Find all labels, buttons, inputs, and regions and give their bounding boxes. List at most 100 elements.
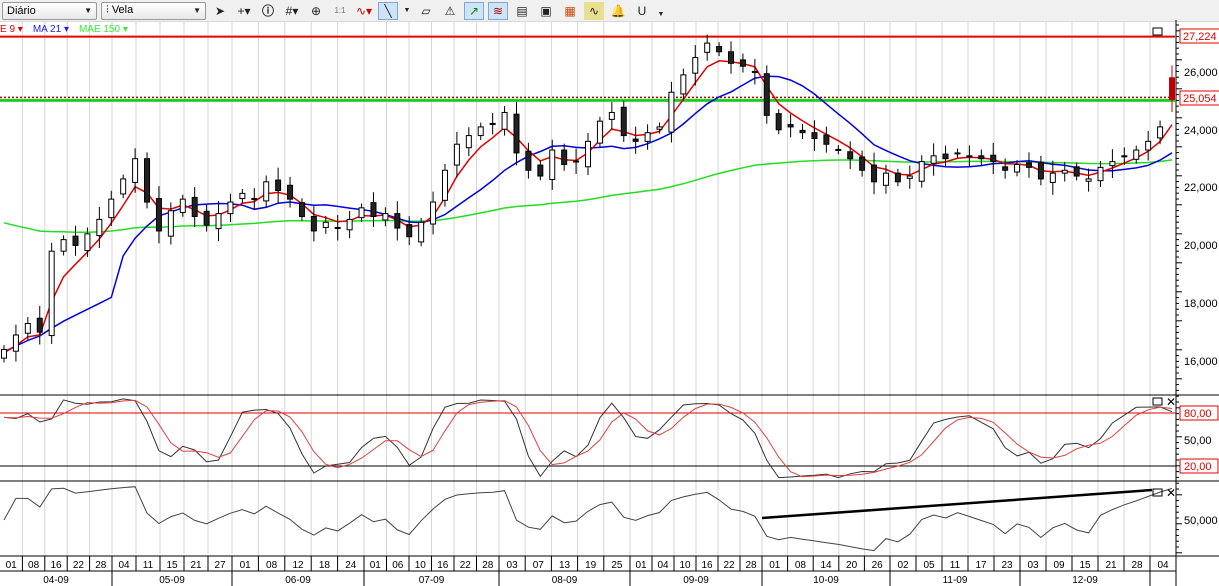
template-icon[interactable]: ▤ (512, 2, 532, 20)
candle-body (823, 134, 830, 145)
day-label: 16 (701, 560, 713, 571)
day-label: 21 (190, 560, 202, 571)
candle-body (203, 210, 210, 226)
candle-body (1085, 178, 1092, 182)
candle-body (108, 198, 115, 219)
candle-body (1002, 166, 1009, 171)
candle-body (358, 207, 365, 219)
candle-body (680, 74, 687, 95)
day-label: 11 (950, 560, 961, 571)
indicator-legend: E 9 ▾ MA 21 ▾ MAE 150 ▾ (0, 24, 128, 35)
candle-body (430, 201, 437, 225)
candle (36, 305, 43, 345)
price-label: 20,000 (1184, 240, 1218, 252)
ma-legend[interactable]: MA 21 ▾ (33, 24, 69, 35)
zoom-icon[interactable]: ⊕ (306, 2, 326, 20)
day-label: 01 (6, 560, 18, 571)
grid-icon[interactable]: #▾ (282, 2, 302, 20)
candle (513, 101, 520, 166)
line-tool-icon[interactable]: ↗ (464, 1, 484, 20)
day-label: 17 (975, 560, 987, 571)
period-value: Diário (7, 4, 36, 17)
candle (1157, 120, 1164, 145)
candle-body (859, 156, 866, 171)
maximize-icon[interactable] (1152, 397, 1163, 406)
candle-body (251, 198, 258, 201)
eraser-icon[interactable]: ▱ (416, 2, 436, 20)
candle (894, 168, 901, 187)
candle (1133, 145, 1140, 164)
study-icon[interactable]: ∿ (584, 1, 604, 20)
day-label: 19 (585, 560, 597, 571)
candles (1, 34, 1175, 363)
cursor-icon[interactable]: ➤ (210, 2, 230, 20)
candle (704, 34, 711, 61)
mae-legend[interactable]: MAE 150 ▾ (79, 24, 128, 35)
candle-body (704, 42, 711, 53)
price-label: 24,000 (1184, 125, 1218, 137)
candle-body (239, 192, 246, 200)
day-label: 08 (266, 560, 278, 571)
alert-draw-icon[interactable]: ⚠ (440, 2, 460, 20)
chart-type-select[interactable]: ⫶ Vela ▼ (101, 1, 206, 20)
info-icon[interactable]: ⓘ (258, 2, 278, 20)
close-icon[interactable]: ✕ (1166, 486, 1176, 500)
toolbar: Diário ▼ ⫶ Vela ▼ ➤ +▾ ⓘ #▾ ⊕ 1:1 ∿▾ ╲ ▼ ▱… (0, 0, 1219, 22)
chart-area[interactable]: 27,224 26,000 25,054 24,000 22,000 20,00… (0, 20, 1219, 586)
candle (978, 149, 985, 166)
candle-body (573, 160, 580, 163)
candle (346, 211, 353, 239)
candle-body (167, 210, 174, 237)
candle-body (382, 213, 389, 221)
candle-body (1133, 149, 1140, 160)
copy-chart-icon[interactable]: ▣ (536, 2, 556, 20)
maximize-icon[interactable] (1152, 27, 1163, 36)
candle-body (954, 152, 961, 155)
candle-body (322, 221, 329, 228)
candle (263, 175, 270, 208)
day-label: 10 (415, 560, 427, 571)
candle (823, 126, 830, 153)
candle (585, 132, 591, 176)
indicator-icon[interactable]: ∿▾ (354, 2, 374, 20)
month-label: 12-09 (1072, 575, 1098, 586)
candle-body (882, 172, 889, 186)
candle-body (1025, 162, 1032, 168)
rsi-trendline[interactable] (761, 488, 1153, 520)
one-to-one-button[interactable]: 1:1 (330, 2, 350, 20)
magnet-icon[interactable]: U (632, 2, 652, 20)
ema-legend[interactable]: E 9 ▾ (0, 24, 23, 35)
candle (477, 122, 484, 140)
save-chart-icon[interactable]: ▦ (560, 2, 580, 20)
candle (191, 187, 198, 227)
candle-body (1037, 161, 1044, 180)
day-label: 11 (143, 560, 154, 571)
close-icon[interactable]: ✕ (1166, 395, 1176, 409)
candle (1049, 160, 1056, 195)
bell-icon[interactable]: 🔔 (608, 2, 628, 20)
candle-body (751, 70, 758, 73)
candle (716, 42, 723, 57)
stoch-upper-value: 80,00 (1184, 408, 1212, 420)
trendline-icon[interactable]: ╲ (378, 1, 398, 20)
candle-body (191, 196, 198, 217)
candle (48, 242, 55, 344)
month-label: 07-09 (419, 575, 445, 586)
maximize-icon[interactable] (1152, 488, 1163, 497)
candle-body (1014, 163, 1021, 173)
chevron-down-icon[interactable]: ▼ (402, 2, 412, 20)
day-label: 08 (795, 560, 807, 571)
candle-body (84, 233, 91, 252)
candle-body (1157, 126, 1164, 139)
day-label: 10 (679, 560, 691, 571)
multi-line-icon[interactable]: ≋ (488, 1, 508, 20)
candle-body (132, 158, 139, 183)
candle (215, 201, 222, 242)
chevron-down-icon: ▼ (193, 6, 201, 15)
crosshair-icon[interactable]: +▾ (234, 2, 254, 20)
day-label: 28 (482, 560, 494, 571)
candle (120, 174, 127, 199)
period-select[interactable]: Diário ▼ (2, 1, 97, 20)
candle-body (144, 158, 151, 203)
candle (12, 324, 19, 362)
